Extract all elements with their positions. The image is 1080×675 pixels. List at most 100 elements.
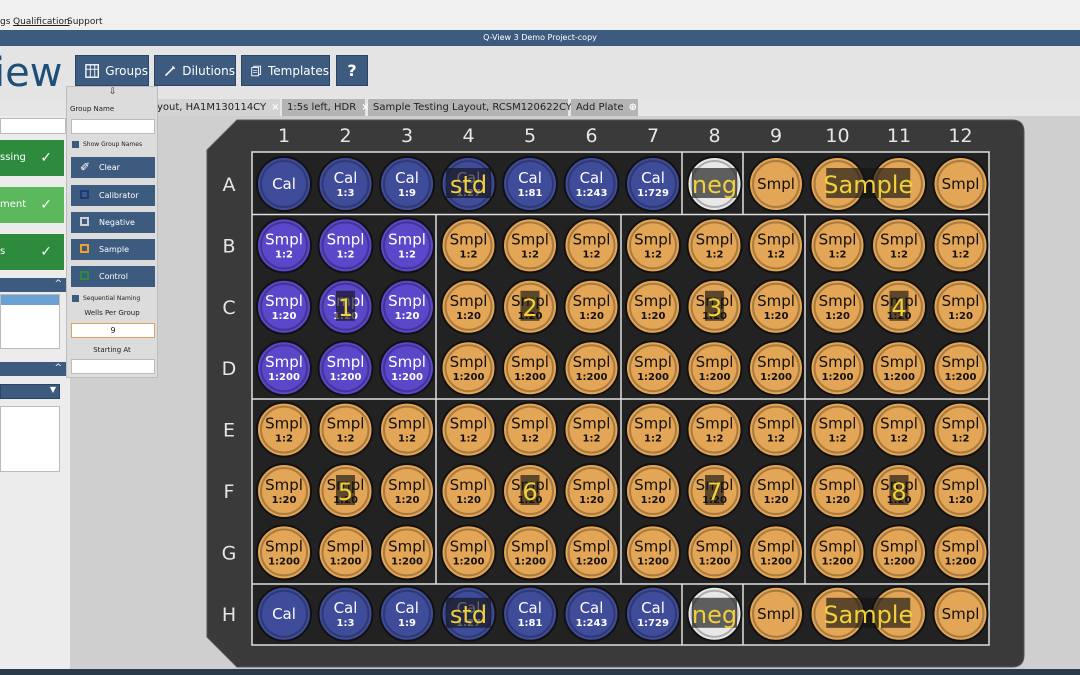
well[interactable]: Smpl1:20 — [256, 278, 312, 335]
well[interactable]: Smpl1:2 — [440, 401, 497, 458]
well[interactable]: Smpl1:20 — [379, 278, 435, 335]
well-dilution: 1:200 — [576, 372, 608, 383]
well[interactable]: Smpl1:20 — [625, 463, 681, 519]
well[interactable]: Smpl1:2 — [748, 217, 804, 274]
sequential-naming-checkbox[interactable] — [72, 295, 79, 302]
well-label: Smpl — [634, 292, 672, 310]
well[interactable]: Smpl1:2 — [440, 217, 497, 274]
pin-icon[interactable]: ⇩ — [109, 87, 117, 97]
well[interactable]: Smpl1:2 — [502, 217, 558, 274]
well[interactable]: Smpl1:2 — [379, 401, 435, 458]
well[interactable]: Smpl1:20 — [563, 278, 620, 335]
well[interactable]: Smpl1:200 — [932, 524, 989, 581]
well[interactable]: Smpl1:200 — [686, 524, 743, 581]
wells-per-group-input[interactable]: 9 — [71, 323, 155, 338]
well[interactable]: Smpl1:20 — [932, 463, 989, 519]
sample-button[interactable]: Sample — [71, 239, 155, 260]
well[interactable]: Smpl — [932, 156, 989, 212]
well[interactable]: Cal1:81 — [502, 156, 558, 212]
well[interactable]: Smpl1:200 — [563, 340, 620, 397]
well[interactable]: Smpl1:2 — [625, 401, 681, 458]
well[interactable]: Smpl1:200 — [317, 340, 374, 397]
negative-button[interactable]: Negative — [71, 212, 155, 233]
well[interactable]: Smpl1:2 — [317, 217, 374, 274]
well[interactable]: Smpl1:2 — [256, 401, 312, 458]
well[interactable]: Smpl — [932, 585, 989, 642]
well-dilution: 1:200 — [514, 372, 546, 383]
show-group-names-checkbox[interactable] — [72, 141, 79, 148]
well[interactable]: Smpl1:200 — [563, 524, 620, 581]
well[interactable]: Smpl1:200 — [625, 524, 681, 581]
well[interactable]: Smpl1:200 — [625, 340, 681, 397]
well[interactable]: Smpl1:20 — [809, 463, 866, 519]
well[interactable]: Smpl1:2 — [871, 401, 927, 458]
well[interactable]: Smpl1:200 — [932, 340, 989, 397]
well[interactable]: Smpl1:20 — [748, 278, 804, 335]
well[interactable]: Smpl1:200 — [502, 524, 558, 581]
well[interactable]: Smpl1:20 — [379, 463, 435, 519]
well[interactable]: Smpl1:2 — [317, 401, 374, 458]
well[interactable]: Smpl1:20 — [440, 278, 497, 335]
status-bar — [0, 669, 1080, 675]
well[interactable]: Smpl1:2 — [809, 217, 866, 274]
well[interactable]: Smpl1:2 — [932, 217, 989, 274]
well[interactable]: Smpl1:2 — [502, 401, 558, 458]
well[interactable]: Smpl1:2 — [625, 217, 681, 274]
well[interactable]: Smpl1:200 — [502, 340, 558, 397]
well[interactable]: Cal1:243 — [563, 585, 620, 642]
well[interactable]: Smpl1:2 — [871, 217, 927, 274]
well[interactable]: Smpl1:20 — [256, 463, 312, 519]
well[interactable]: Smpl1:2 — [932, 401, 989, 458]
well[interactable]: Smpl1:20 — [748, 463, 804, 519]
control-button[interactable]: Control — [71, 266, 155, 287]
well[interactable]: Smpl1:20 — [932, 278, 989, 335]
well[interactable]: Smpl1:2 — [809, 401, 866, 458]
well[interactable]: Smpl1:20 — [563, 463, 620, 519]
well[interactable]: Smpl1:200 — [256, 524, 312, 581]
well[interactable]: Smpl — [748, 156, 804, 212]
well[interactable]: Cal1:3 — [317, 585, 374, 642]
well[interactable]: Smpl1:200 — [748, 524, 804, 581]
clear-button[interactable]: ✐ Clear — [71, 157, 155, 178]
well[interactable]: Cal1:9 — [379, 585, 435, 642]
well[interactable]: Smpl1:2 — [748, 401, 804, 458]
well[interactable]: Cal1:243 — [563, 156, 620, 212]
well[interactable]: Smpl1:2 — [256, 217, 312, 274]
well[interactable]: Smpl1:2 — [563, 217, 620, 274]
well[interactable]: Cal1:81 — [502, 585, 558, 642]
well[interactable]: Smpl1:2 — [379, 217, 435, 274]
well[interactable]: Cal — [256, 156, 312, 212]
group-label: Sample — [823, 171, 913, 199]
well[interactable]: Smpl1:2 — [686, 401, 743, 458]
well[interactable]: Cal1:9 — [379, 156, 435, 212]
well[interactable]: Smpl1:200 — [871, 340, 927, 397]
well-label: Smpl — [388, 415, 426, 433]
well[interactable]: Smpl1:200 — [256, 340, 312, 397]
calibrator-button[interactable]: Calibrator — [71, 185, 155, 206]
well-label: Smpl — [511, 415, 549, 433]
well[interactable]: Smpl1:200 — [871, 524, 927, 581]
column-header: 1 — [278, 125, 290, 147]
well[interactable]: Smpl1:2 — [686, 217, 743, 274]
well[interactable]: Cal1:729 — [625, 585, 681, 642]
well[interactable]: Smpl1:200 — [686, 340, 743, 397]
starting-at-input[interactable] — [71, 359, 155, 374]
well[interactable]: Smpl1:200 — [809, 524, 866, 581]
well[interactable]: Cal1:729 — [625, 156, 681, 212]
well[interactable]: Smpl1:20 — [440, 463, 497, 519]
well[interactable]: Smpl1:20 — [625, 278, 681, 335]
well[interactable]: Smpl1:2 — [563, 401, 620, 458]
group-name-input[interactable] — [71, 119, 155, 134]
well[interactable]: Smpl1:200 — [440, 340, 497, 397]
well[interactable]: Smpl1:200 — [748, 340, 804, 397]
well-dilution: 1:2 — [706, 434, 724, 445]
well[interactable]: Cal1:3 — [317, 156, 374, 212]
well[interactable]: Cal — [256, 585, 312, 642]
well[interactable]: Smpl1:20 — [809, 278, 866, 335]
well[interactable]: Smpl1:200 — [809, 340, 866, 397]
well[interactable]: Smpl1:200 — [440, 524, 497, 581]
well[interactable]: Smpl — [748, 585, 804, 642]
well[interactable]: Smpl1:200 — [317, 524, 374, 581]
well[interactable]: Smpl1:200 — [379, 524, 435, 581]
well[interactable]: Smpl1:200 — [379, 340, 435, 397]
